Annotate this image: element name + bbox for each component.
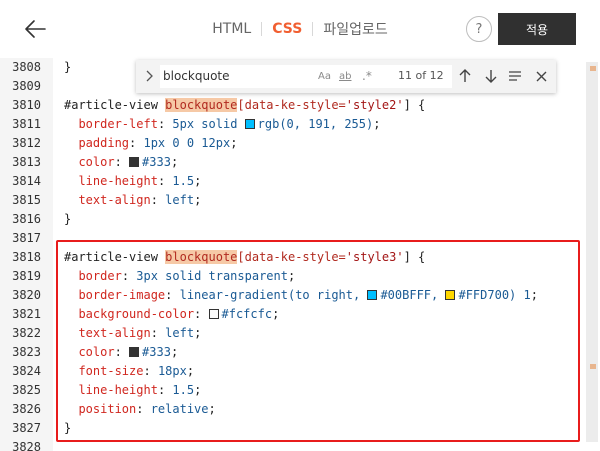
highlight-box [56,240,580,442]
color-swatch[interactable] [244,119,255,129]
line-number: 3809 [12,79,41,93]
previous-match-button[interactable] [456,67,474,85]
css-value: 5px solid [172,117,245,131]
search-match: blockquote [165,98,238,112]
tab-css[interactable]: CSS [272,21,302,37]
code-punctuation: } [64,60,72,74]
tab-file-upload[interactable]: 파일업로드 [323,19,387,39]
css-value: 1px 0 0 12px [143,136,231,150]
css-property: color [78,155,115,169]
question-icon: ? [475,21,483,37]
arrow-down-icon [485,70,497,83]
line-number: 3818 [12,250,41,264]
code-line[interactable]: 3814 line-height: 1.5; [0,172,580,191]
css-value: rgb(0, 191, 255) [257,117,374,131]
line-number: 3819 [12,269,41,283]
css-property: padding [78,136,130,150]
match-case-toggle[interactable]: Aa [318,66,331,86]
code-text: #article-view blockquote[data-ke-style='… [64,96,425,115]
css-property: line-height [78,174,158,188]
css-string: 'style2' [345,98,404,112]
line-number: 3828 [12,440,41,451]
lines-icon [509,71,521,81]
code-text: color: #333; [78,155,179,169]
line-number: 3815 [12,193,41,207]
arrow-up-icon [459,69,471,82]
line-number: 3813 [12,155,41,169]
line-number: 3825 [12,383,41,397]
tab-separator [261,22,263,36]
code-punctuation: ; [373,117,381,131]
next-match-button[interactable] [482,67,500,85]
code-punctuation: ] { [403,98,426,112]
close-find-button[interactable] [532,67,550,85]
scrollbar-match-marker [590,364,596,369]
css-property: text-align [78,193,151,207]
code-line[interactable]: 3815 text-align: left; [0,191,580,210]
code-punctuation: ; [170,155,179,169]
find-query: blockquote [163,69,230,83]
back-button[interactable] [20,14,50,44]
code-line[interactable]: 3812 padding: 1px 0 0 12px; [0,134,580,153]
line-number: 3817 [12,231,41,245]
css-property: border-left [78,117,158,131]
tab-html[interactable]: HTML [212,21,251,37]
code-line[interactable]: 3813 color: #333; [0,153,580,172]
line-number: 3820 [12,288,41,302]
line-number: 3816 [12,212,41,226]
scrollbar-thumb[interactable] [586,62,598,442]
arrow-left-icon [25,20,46,38]
css-value: 1.5 [172,174,195,188]
code-text: line-height: 1.5; [78,174,202,188]
tab-separator [312,22,314,36]
find-widget: blockquote Aa ab .* 11 of 12 [136,60,556,93]
toggle-replace-button[interactable] [142,69,156,83]
code-line[interactable]: 3811 border-left: 5px solid rgb(0, 191, … [0,115,580,134]
chevron-right-icon [146,70,153,82]
line-number: 3824 [12,364,41,378]
find-in-selection-button[interactable] [506,67,524,85]
match-whole-word-toggle[interactable]: ab [339,66,351,86]
close-icon [536,71,546,81]
line-number: 3822 [12,326,41,340]
line-number: 3814 [12,174,41,188]
css-value: #333 [142,155,171,169]
code-punctuation: } [64,212,72,226]
color-swatch[interactable] [129,157,140,167]
code-editor[interactable]: 3808} 3809 3810 #article-view blockquote[da… [0,58,600,451]
code-punctuation: ; [230,136,238,150]
code-text: } [64,58,71,77]
line-number: 3821 [12,307,41,321]
line-number: 3826 [12,402,41,416]
line-number: 3810 [12,98,41,112]
code-punctuation: ; [194,193,202,207]
vertical-scrollbar[interactable] [584,58,600,451]
code-text: } [64,210,71,229]
css-value: left [165,193,195,207]
css-attribute-selector: [data-ke-style= [237,98,346,112]
code-line[interactable]: 3816} [0,210,580,229]
line-number: 3823 [12,345,41,359]
line-number: 3812 [12,136,41,150]
help-button[interactable]: ? [466,16,492,42]
editor-header: HTML CSS 파일업로드 ? 적용 [0,0,600,58]
code-text: padding: 1px 0 0 12px; [78,136,238,150]
css-selector: #article-view [64,98,166,112]
code-line[interactable]: 3810 #article-view blockquote[data-ke-sty… [0,96,580,115]
line-number: 3808 [12,60,41,74]
code-punctuation: ; [194,174,202,188]
code-text: text-align: left; [78,193,202,207]
match-count: 11 of 12 [398,69,444,82]
apply-button[interactable]: 적용 [498,13,576,45]
code-text: border-left: 5px solid rgb(0, 191, 255); [78,117,381,131]
line-number: 3811 [12,117,41,131]
regex-toggle[interactable]: .* [362,66,372,86]
scrollbar-match-marker [590,66,596,71]
line-number: 3827 [12,421,41,435]
